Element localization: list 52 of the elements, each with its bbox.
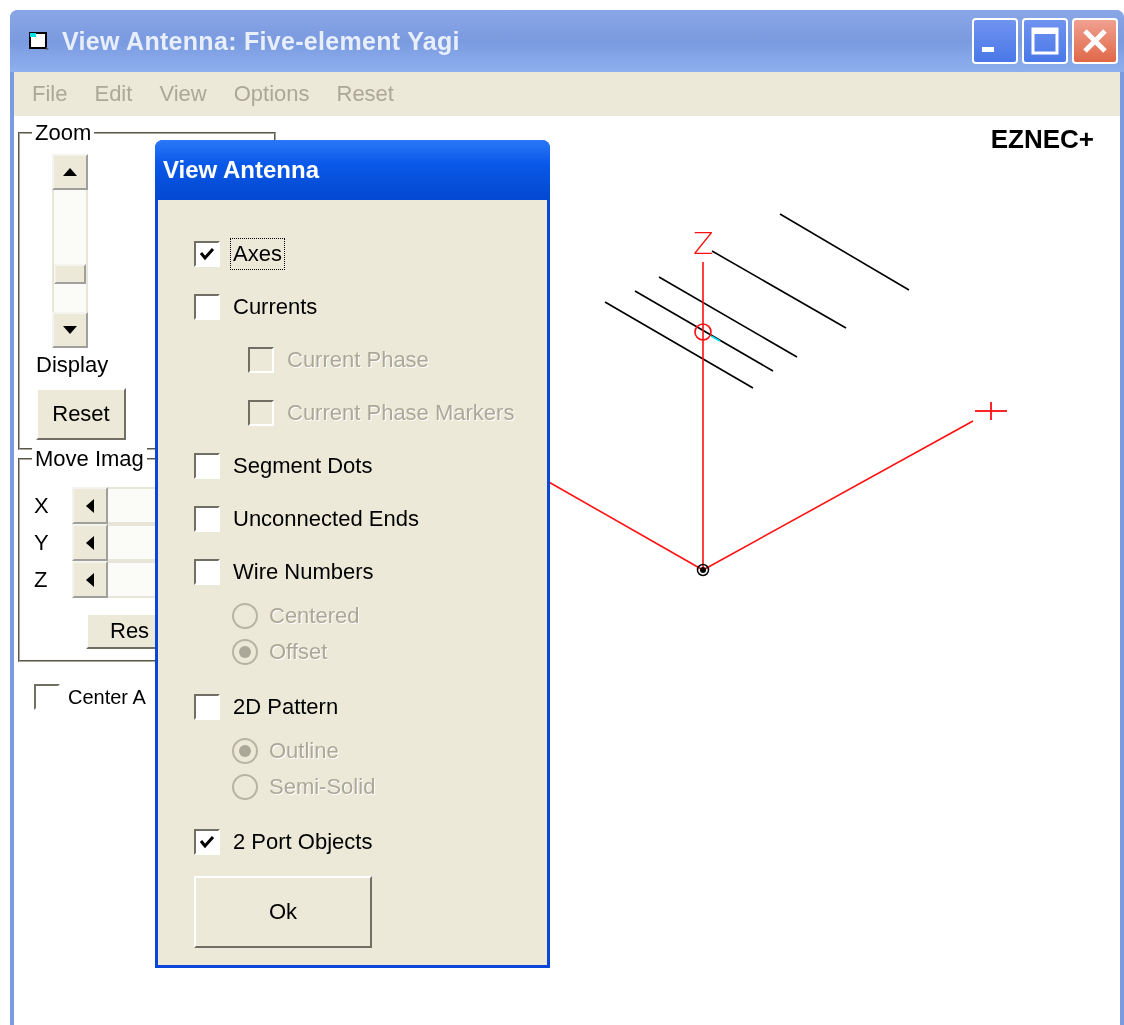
maximize-button[interactable]: [1022, 18, 1068, 64]
checkbox[interactable]: [194, 452, 220, 479]
axis-label: X: [34, 492, 50, 519]
axis-label: Z: [34, 566, 49, 593]
checkbox-label: 2D Pattern: [232, 692, 340, 721]
ok-button[interactable]: Ok: [194, 876, 372, 948]
window-icon: [28, 31, 50, 51]
group-title: Move Imag: [32, 446, 147, 472]
check-icon: [199, 833, 215, 850]
window-title: View Antenna: Five-element Yagi: [62, 26, 460, 56]
checkbox-label: Current Phase Markers: [286, 398, 516, 427]
checkbox[interactable]: [194, 293, 220, 320]
checkbox-label: Center A: [68, 685, 146, 709]
checkbox-label: Axes: [230, 237, 285, 270]
check-icon: [199, 245, 215, 262]
checkbox[interactable]: [194, 558, 220, 585]
close-button[interactable]: [1072, 18, 1118, 64]
checkbox-label: 2 Port Objects: [232, 827, 374, 856]
scroll-left-button[interactable]: [72, 487, 108, 524]
reset-button[interactable]: Reset: [36, 388, 126, 440]
maximize-icon: [1030, 26, 1060, 56]
checkbox[interactable]: [194, 693, 220, 720]
axis-label: Y: [34, 529, 50, 556]
zoom-scrollbar[interactable]: [52, 154, 88, 348]
display-label: Display: [36, 352, 109, 378]
left-arrow-icon: [86, 572, 94, 587]
up-arrow-icon: [63, 168, 77, 176]
scroll-left-button[interactable]: [72, 524, 108, 561]
checkbox-label: Unconnected Ends: [232, 504, 420, 533]
minimize-icon: [982, 46, 994, 52]
checkbox-label: Wire Numbers: [232, 557, 375, 586]
radio-label: Centered: [268, 602, 361, 630]
scroll-left-button[interactable]: [72, 561, 108, 598]
radio-label: Offset: [268, 638, 329, 666]
checkbox-label: Segment Dots: [232, 451, 374, 480]
radio-label: Semi-Solid: [268, 773, 377, 801]
minimize-button[interactable]: [972, 18, 1018, 64]
scroll-up-button[interactable]: [52, 154, 88, 190]
checkbox-label: Current Phase: [286, 345, 430, 374]
axis-label: Z: [693, 226, 714, 261]
left-arrow-icon: [86, 535, 94, 550]
brand-label: EZNEC+: [990, 124, 1094, 155]
checkbox-label: Currents: [232, 292, 319, 321]
down-arrow-icon: [63, 326, 77, 334]
left-arrow-icon: [86, 498, 94, 513]
dialog-title: View Antenna: [163, 156, 320, 184]
scroll-down-button[interactable]: [52, 312, 88, 348]
radio-label: Outline: [268, 737, 340, 765]
checkbox[interactable]: [194, 240, 220, 267]
checkbox[interactable]: [194, 505, 220, 532]
checkbox[interactable]: [194, 828, 220, 855]
scroll-thumb[interactable]: [54, 264, 86, 284]
